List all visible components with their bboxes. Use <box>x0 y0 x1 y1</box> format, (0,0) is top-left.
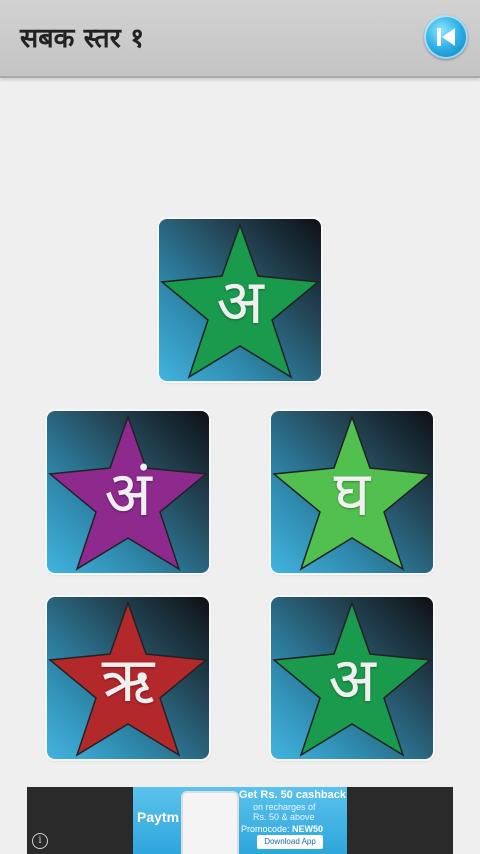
info-icon[interactable]: i <box>32 833 48 849</box>
page-title: सबक स्तर १ <box>20 23 145 54</box>
ad-promo: Promocode: NEW50 <box>241 824 323 834</box>
letter-tile-4[interactable]: ऋ <box>47 597 209 759</box>
letter-tile-3[interactable]: घ <box>271 411 433 573</box>
tile-letter: ऋ <box>101 643 155 716</box>
tile-letter: अ <box>328 643 376 716</box>
ad-brand: Paytm <box>137 809 180 825</box>
letter-tile-1[interactable]: अ <box>159 219 321 381</box>
letter-tile-2[interactable]: अं <box>47 411 209 573</box>
ad-headline: Get Rs. 50 cashback <box>239 789 347 801</box>
letter-tile-5[interactable]: अ <box>271 597 433 759</box>
ad-creative[interactable]: Paytm Get Rs. 50 cashback on recharges o… <box>133 787 347 854</box>
skip-back-icon <box>437 28 455 46</box>
top-bar: सबक स्तर १ <box>0 0 480 78</box>
tile-letter: अं <box>104 457 152 530</box>
tile-letter: घ <box>333 457 371 530</box>
ad-promo-label: Promocode: <box>241 824 290 834</box>
ad-line-2: Rs. 50 & above <box>253 812 315 822</box>
app-screen: सबक स्तर १ अ अं घ ऋ अ Paytm Get Rs. 50 c… <box>0 0 480 854</box>
skip-back-button[interactable] <box>424 15 468 59</box>
ad-promo-code: NEW50 <box>292 824 324 834</box>
tile-letter: अ <box>216 265 264 338</box>
ad-banner[interactable]: Paytm Get Rs. 50 cashback on recharges o… <box>27 787 453 854</box>
ad-download-button[interactable]: Download App <box>257 835 323 849</box>
ad-phone-image <box>181 791 239 854</box>
ad-line-1: on recharges of <box>253 802 316 812</box>
